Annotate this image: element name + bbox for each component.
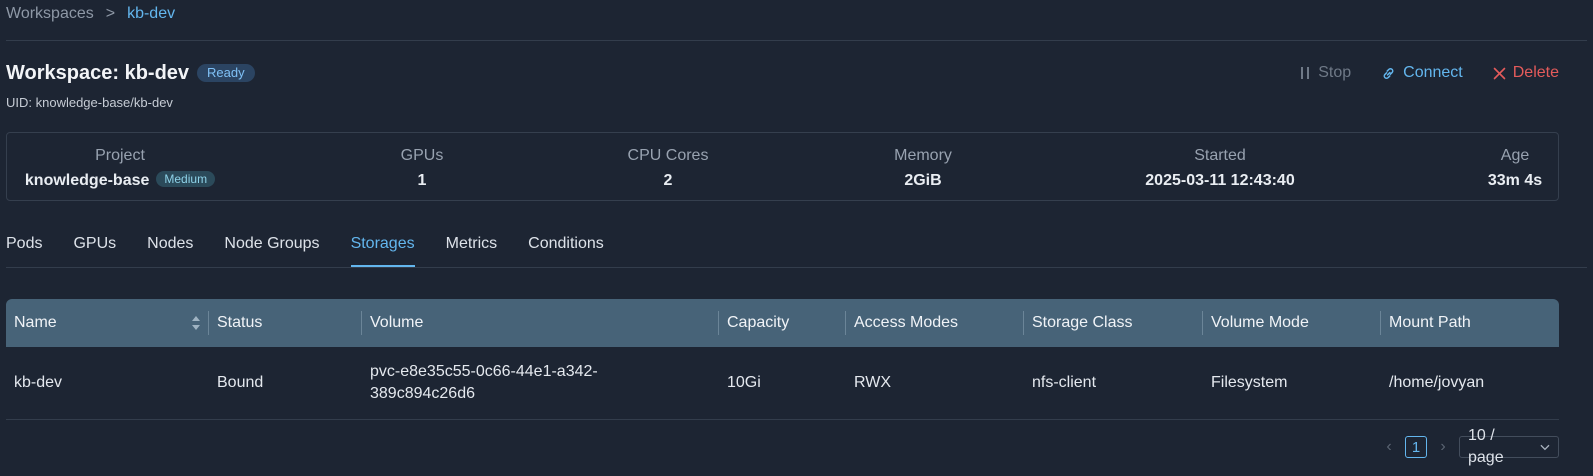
tab-metrics[interactable]: Metrics xyxy=(446,232,498,256)
tab-storages[interactable]: Storages xyxy=(350,232,415,267)
cell-storage-class: nfs-client xyxy=(1032,374,1097,391)
started-value: 2025-03-11 12:43:40 xyxy=(1145,172,1295,189)
storages-table: Name Status Volume Capacity Access Modes… xyxy=(6,299,1559,420)
status-badge: Ready xyxy=(197,64,255,82)
connect-button[interactable]: Connect xyxy=(1381,62,1463,84)
chevron-down-icon xyxy=(1540,444,1550,450)
tab-node-groups[interactable]: Node Groups xyxy=(224,232,319,256)
started-label: Started xyxy=(1194,147,1246,164)
cell-capacity: 10Gi xyxy=(727,374,761,391)
workspace-uid: UID: knowledge-base/kb-dev xyxy=(6,95,173,110)
info-project: Project knowledge-base Medium xyxy=(23,147,217,191)
breadcrumb-workspaces-link[interactable]: Workspaces xyxy=(6,5,94,22)
cpu-value: 2 xyxy=(663,172,673,189)
age-value: 33m 4s xyxy=(1487,172,1543,189)
memory-value: 2GiB xyxy=(904,172,942,189)
sort-icon[interactable] xyxy=(191,314,201,332)
column-header-mount-path: Mount Path xyxy=(1389,314,1471,331)
close-icon xyxy=(1493,67,1506,79)
tabs-divider xyxy=(6,267,1587,268)
column-header-volume: Volume xyxy=(362,299,719,347)
connect-label: Connect xyxy=(1403,64,1463,81)
pagination: ‹ 1 › 10 / page xyxy=(1383,427,1559,466)
column-header-access-modes: Access Modes xyxy=(846,299,1024,347)
breadcrumb: Workspaces > kb-dev xyxy=(6,3,175,25)
tab-nodes[interactable]: Nodes xyxy=(147,232,193,256)
stop-label: Stop xyxy=(1318,64,1352,81)
project-value: knowledge-base xyxy=(24,172,150,189)
column-header-capacity: Capacity xyxy=(719,299,846,347)
cell-mount-path: /home/jovyan xyxy=(1389,374,1485,391)
chevron-left-icon[interactable]: ‹ xyxy=(1383,438,1395,456)
column-header-name[interactable]: Name xyxy=(6,299,209,347)
workspace-actions: Stop Connect Delete xyxy=(1299,62,1559,84)
cell-name: kb-dev xyxy=(14,374,63,391)
info-age: Age 33m 4s xyxy=(1475,147,1555,191)
cell-access-modes: RWX xyxy=(854,374,892,391)
delete-button[interactable]: Delete xyxy=(1493,62,1559,84)
tab-gpus[interactable]: GPUs xyxy=(73,232,116,256)
column-header-volume-mode: Volume Mode xyxy=(1203,299,1381,347)
table-row[interactable]: kb-dev Bound pvc-e8e35c55-0c66-44e1-a342… xyxy=(6,347,1559,420)
breadcrumb-current[interactable]: kb-dev xyxy=(127,5,175,22)
table-header: Name Status Volume Capacity Access Modes… xyxy=(6,299,1559,347)
cpu-label: CPU Cores xyxy=(627,147,709,164)
info-gpus: GPUs 1 xyxy=(363,147,481,191)
cell-status: Bound xyxy=(217,374,264,391)
delete-label: Delete xyxy=(1512,64,1559,81)
project-label: Project xyxy=(95,147,145,164)
info-memory: Memory 2GiB xyxy=(863,147,983,191)
detail-tabs: Pods GPUs Nodes Node Groups Storages Met… xyxy=(6,232,635,267)
cell-volume: pvc-e8e35c55-0c66-44e1-a342- 389c894c26d… xyxy=(370,363,598,402)
tab-pods[interactable]: Pods xyxy=(6,232,42,256)
link-icon xyxy=(1383,67,1394,79)
info-cpu: CPU Cores 2 xyxy=(608,147,728,191)
cell-volume-mode: Filesystem xyxy=(1211,374,1288,391)
tab-conditions[interactable]: Conditions xyxy=(528,232,604,256)
info-started: Started 2025-03-11 12:43:40 xyxy=(1120,147,1320,191)
priority-badge: Medium xyxy=(156,171,216,187)
stop-button[interactable]: Stop xyxy=(1299,62,1351,84)
age-label: Age xyxy=(1500,147,1530,164)
page-size-value: 10 / page xyxy=(1468,427,1504,466)
workspace-info-card: Project knowledge-base Medium GPUs 1 CPU … xyxy=(6,132,1559,201)
column-header-storage-class: Storage Class xyxy=(1024,299,1203,347)
header-divider xyxy=(6,40,1587,41)
gpus-value: 1 xyxy=(417,172,427,189)
chevron-right-icon[interactable]: › xyxy=(1437,438,1449,456)
breadcrumb-separator: > xyxy=(105,5,116,22)
memory-label: Memory xyxy=(894,147,952,164)
pause-icon xyxy=(1301,67,1310,79)
page-title: Workspace: kb-dev xyxy=(6,62,190,84)
gpus-label: GPUs xyxy=(400,147,444,164)
page-size-select[interactable]: 10 / page xyxy=(1459,427,1559,466)
column-header-status: Status xyxy=(209,299,362,347)
page-number-current[interactable]: 1 xyxy=(1405,436,1427,458)
